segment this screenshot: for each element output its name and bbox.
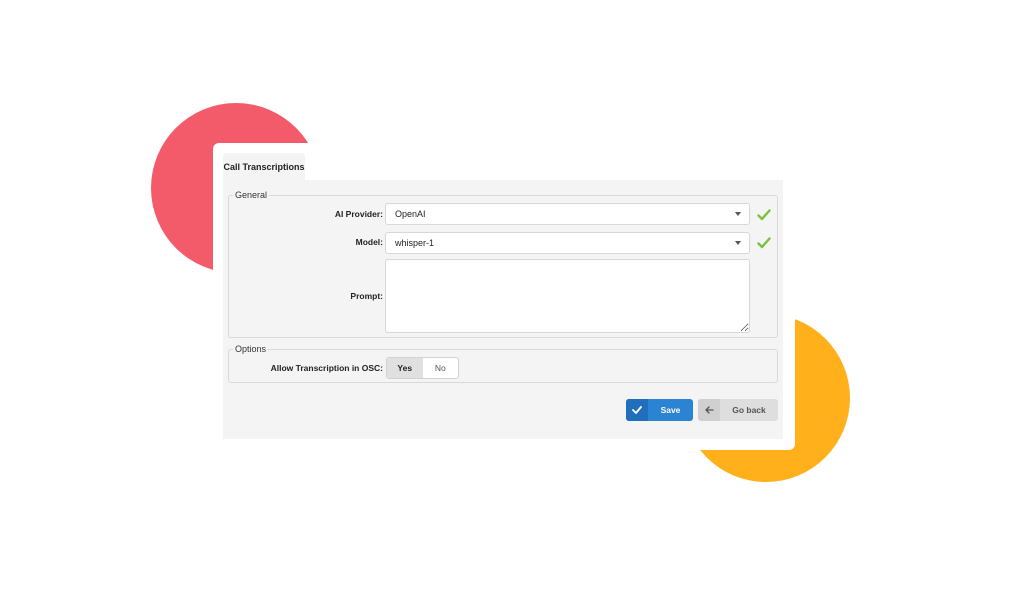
model-label: Model: — [355, 237, 383, 247]
toggle-no-option[interactable]: No — [423, 358, 459, 378]
check-icon — [626, 399, 648, 421]
chevron-down-icon — [735, 241, 741, 245]
chevron-down-icon — [735, 212, 741, 216]
toggle-yes-option[interactable]: Yes — [387, 358, 423, 378]
go-back-button[interactable]: Go back — [698, 399, 778, 421]
tab-label: Call Transcriptions — [223, 162, 305, 172]
general-legend: General — [233, 190, 270, 200]
ai-provider-value: OpenAI — [395, 209, 426, 219]
model-select[interactable]: whisper-1 — [385, 232, 750, 254]
ai-provider-label: AI Provider: — [334, 209, 383, 219]
check-icon — [757, 209, 771, 221]
prompt-label: Prompt: — [350, 291, 383, 301]
tab-call-transcriptions[interactable]: Call Transcriptions — [223, 153, 305, 181]
save-button[interactable]: Save — [626, 399, 693, 421]
check-icon — [757, 237, 771, 249]
save-label: Save — [660, 405, 681, 415]
arrow-left-icon — [698, 399, 720, 421]
go-back-label: Go back — [732, 405, 766, 415]
allow-transcription-label: Allow Transcription in OSC: — [270, 363, 383, 373]
ai-provider-select[interactable]: OpenAI — [385, 203, 750, 225]
model-value: whisper-1 — [395, 238, 435, 248]
prompt-textarea[interactable] — [385, 259, 750, 333]
allow-transcription-toggle[interactable]: Yes No — [386, 357, 459, 379]
options-legend: Options — [233, 344, 269, 354]
